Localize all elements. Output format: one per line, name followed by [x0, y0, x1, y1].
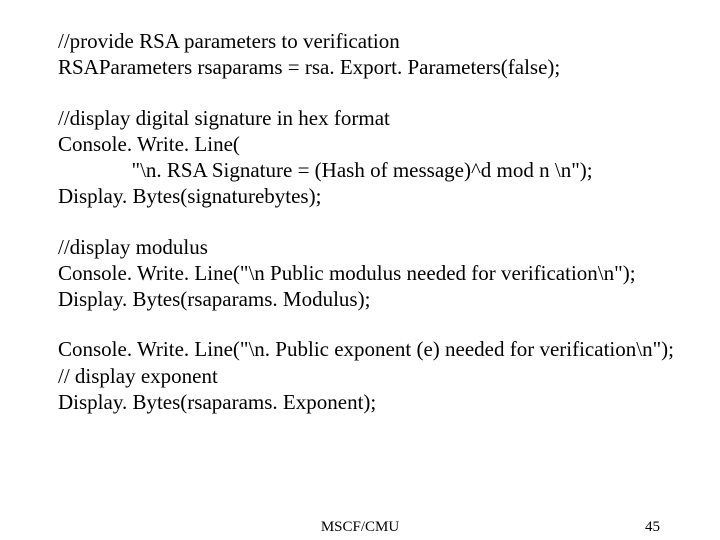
- code-line: Display. Bytes(signaturebytes);: [58, 183, 686, 209]
- code-line: // display exponent: [58, 363, 686, 389]
- footer-center: MSCF/CMU: [0, 518, 720, 537]
- code-line: Console. Write. Line("\n. Public exponen…: [58, 336, 686, 362]
- code-line: Display. Bytes(rsaparams. Modulus);: [58, 286, 686, 312]
- blank-line: [58, 81, 686, 105]
- code-line: //provide RSA parameters to verification: [58, 28, 686, 54]
- blank-line: [58, 210, 686, 234]
- code-line: //display modulus: [58, 234, 686, 260]
- code-line: Console. Write. Line(: [58, 131, 686, 157]
- blank-line: [58, 312, 686, 336]
- code-line: "\n. RSA Signature = (Hash of message)^d…: [58, 157, 686, 183]
- code-line: Display. Bytes(rsaparams. Exponent);: [58, 389, 686, 415]
- slide: //provide RSA parameters to verification…: [0, 0, 720, 540]
- footer-page-number: 45: [645, 518, 660, 537]
- code-line: //display digital signature in hex forma…: [58, 105, 686, 131]
- code-line: RSAParameters rsaparams = rsa. Export. P…: [58, 54, 686, 80]
- code-line: Console. Write. Line("\n Public modulus …: [58, 260, 686, 286]
